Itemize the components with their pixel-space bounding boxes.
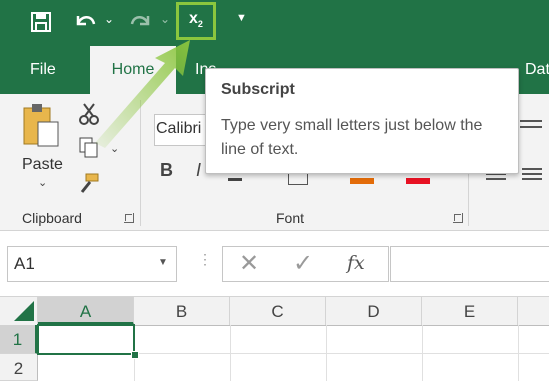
tooltip-title: Subscript — [221, 81, 295, 98]
underline-icon[interactable] — [228, 178, 242, 181]
formula-input[interactable] — [390, 246, 549, 282]
undo-icon[interactable] — [72, 10, 98, 34]
redo-dropdown-icon[interactable]: ⌄ — [160, 12, 170, 26]
cancel-icon[interactable]: ✕ — [239, 249, 259, 278]
font-launcher-icon[interactable] — [453, 213, 463, 223]
fill-handle[interactable] — [131, 351, 139, 359]
row-header-2[interactable]: 2 — [0, 354, 38, 381]
clipboard-group-label: Clipboard — [22, 210, 82, 226]
fill-color-icon[interactable] — [350, 178, 374, 184]
highlight-arrow — [95, 40, 190, 148]
formula-bar-grip-icon[interactable]: ⋮ — [198, 252, 212, 266]
subscript-button[interactable]: x2 — [176, 2, 216, 40]
customize-qat-icon[interactable]: ▼ — [236, 12, 247, 24]
column-header-c[interactable]: C — [230, 297, 326, 325]
align-top-icon[interactable] — [520, 120, 542, 122]
tab-file[interactable]: File — [30, 46, 56, 94]
font-color-icon[interactable] — [406, 178, 430, 184]
insert-function-button[interactable]: fx — [347, 252, 365, 274]
undo-dropdown-icon[interactable]: ⌄ — [104, 12, 114, 26]
tooltip-body: Type very small letters just below the l… — [221, 117, 483, 158]
paste-icon[interactable] — [22, 102, 62, 148]
column-header-bar: A B C D E — [0, 296, 549, 326]
column-header-a[interactable]: A — [38, 297, 134, 325]
clipboard-launcher-icon[interactable] — [124, 213, 134, 223]
column-header-d[interactable]: D — [326, 297, 422, 325]
name-box[interactable]: A1 ▼ — [7, 246, 177, 282]
align-center-icon[interactable] — [522, 168, 542, 170]
subscript-tooltip: Subscript Type very small letters just b… — [205, 68, 519, 174]
bold-button[interactable]: B — [160, 160, 173, 181]
column-header-f[interactable] — [518, 297, 549, 325]
quick-access-toolbar: ⌄ ⌄ x2 ▼ — [0, 0, 549, 46]
name-box-dropdown-icon[interactable]: ▼ — [158, 257, 168, 268]
font-group-label: Font — [276, 210, 305, 226]
name-box-value: A1 — [14, 254, 35, 273]
formula-buttons: ✕ ✓ fx — [222, 246, 389, 282]
column-header-e[interactable]: E — [422, 297, 518, 325]
select-all-corner[interactable] — [0, 297, 38, 325]
active-cell-a1[interactable] — [37, 324, 135, 355]
subscript-icon: x2 — [189, 10, 203, 30]
save-icon[interactable] — [30, 11, 52, 33]
enter-icon[interactable]: ✓ — [293, 249, 313, 278]
redo-icon[interactable] — [128, 10, 154, 34]
borders-icon[interactable] — [288, 174, 308, 185]
paste-label[interactable]: Paste — [22, 156, 63, 174]
row-header-1[interactable]: 1 — [0, 325, 38, 354]
tab-data[interactable]: Dat — [525, 46, 549, 94]
format-painter-icon[interactable] — [78, 172, 100, 194]
italic-button[interactable]: I — [196, 160, 201, 181]
paste-dropdown-icon[interactable]: ⌄ — [38, 176, 47, 189]
column-header-b[interactable]: B — [134, 297, 230, 325]
